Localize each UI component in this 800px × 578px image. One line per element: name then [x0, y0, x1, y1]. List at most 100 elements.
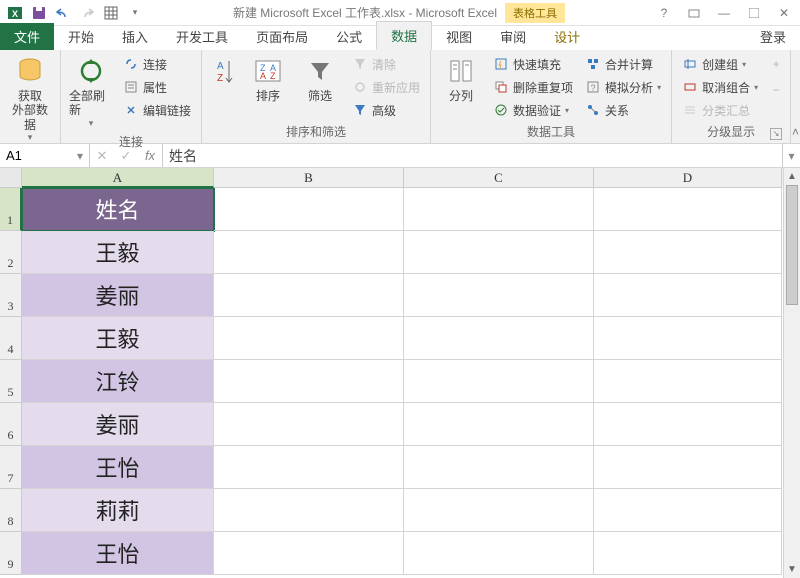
cell[interactable] — [594, 446, 782, 489]
remove-duplicates-button[interactable]: 删除重复项 — [489, 76, 577, 98]
cell[interactable] — [404, 274, 594, 317]
formula-input[interactable]: 姓名 — [163, 144, 782, 167]
tab-insert[interactable]: 插入 — [108, 23, 162, 50]
cell[interactable]: 姓名 — [22, 188, 214, 231]
cell[interactable] — [214, 403, 404, 446]
expand-formula-bar-icon[interactable]: ▾ — [782, 144, 800, 167]
cell[interactable]: 姜丽 — [22, 274, 214, 317]
help-icon[interactable]: ? — [652, 3, 676, 23]
minimize-icon[interactable]: — — [712, 3, 736, 23]
row-header[interactable]: 5 — [0, 360, 22, 403]
advanced-filter-button[interactable]: 高级 — [348, 99, 424, 121]
group-button[interactable]: 创建组 ▾ — [678, 53, 762, 75]
collapse-ribbon-icon[interactable]: ˄ — [791, 50, 800, 143]
cell[interactable] — [214, 317, 404, 360]
tab-developer[interactable]: 开发工具 — [162, 23, 242, 50]
cell[interactable] — [404, 231, 594, 274]
undo-icon[interactable] — [52, 2, 74, 24]
scroll-up-icon[interactable]: ▲ — [784, 168, 800, 185]
cell[interactable]: 王毅 — [22, 317, 214, 360]
show-detail-button[interactable]: + — [768, 53, 784, 75]
redo-icon[interactable] — [76, 2, 98, 24]
data-validation-button[interactable]: 数据验证 ▾ — [489, 99, 577, 121]
tab-view[interactable]: 视图 — [432, 23, 486, 50]
excel-icon[interactable]: X — [4, 2, 26, 24]
cell[interactable] — [214, 274, 404, 317]
reapply-button[interactable]: 重新应用 — [348, 76, 424, 98]
sort-button[interactable]: ZAAZ 排序 — [244, 53, 292, 105]
scroll-down-icon[interactable]: ▼ — [784, 561, 800, 578]
cell[interactable] — [594, 231, 782, 274]
scroll-thumb[interactable] — [786, 185, 798, 305]
cell[interactable] — [594, 360, 782, 403]
cell[interactable] — [214, 446, 404, 489]
qat-customize-icon[interactable]: ▾ — [124, 2, 146, 24]
cell[interactable]: 王毅 — [22, 231, 214, 274]
relationships-button[interactable]: 关系 — [581, 99, 665, 121]
row-header[interactable]: 4 — [0, 317, 22, 360]
cell[interactable] — [594, 489, 782, 532]
cell[interactable] — [594, 532, 782, 575]
cell[interactable]: 王怡 — [22, 446, 214, 489]
get-external-data-button[interactable]: 获取 外部数据▾ — [6, 53, 54, 145]
table-icon[interactable] — [100, 2, 122, 24]
row-header[interactable]: 9 — [0, 532, 22, 575]
cell[interactable] — [404, 403, 594, 446]
cell[interactable] — [214, 231, 404, 274]
refresh-all-button[interactable]: 全部刷新▾ — [67, 53, 115, 131]
edit-links-button[interactable]: 编辑链接 — [119, 99, 195, 121]
tab-data[interactable]: 数据 — [376, 21, 432, 50]
login-link[interactable]: 登录 — [746, 23, 800, 50]
tab-file[interactable]: 文件 — [0, 23, 54, 50]
cell[interactable] — [594, 188, 782, 231]
row-header[interactable]: 2 — [0, 231, 22, 274]
cell[interactable]: 莉莉 — [22, 489, 214, 532]
clear-filter-button[interactable]: 清除 — [348, 53, 424, 75]
flash-fill-button[interactable]: 快速填充 — [489, 53, 577, 75]
column-header-c[interactable]: C — [404, 168, 594, 188]
row-header[interactable]: 3 — [0, 274, 22, 317]
row-header[interactable]: 6 — [0, 403, 22, 446]
cell[interactable] — [214, 188, 404, 231]
tab-home[interactable]: 开始 — [54, 23, 108, 50]
row-header[interactable]: 8 — [0, 489, 22, 532]
cell[interactable] — [404, 532, 594, 575]
cell[interactable] — [214, 532, 404, 575]
vertical-scrollbar[interactable]: ▲ ▼ — [783, 168, 800, 578]
row-header[interactable]: 1 — [0, 188, 22, 231]
subtotal-button[interactable]: 分类汇总 — [678, 99, 762, 121]
cell[interactable] — [404, 446, 594, 489]
close-icon[interactable]: ✕ — [772, 3, 796, 23]
ungroup-button[interactable]: 取消组合 ▾ — [678, 76, 762, 98]
cell[interactable] — [594, 317, 782, 360]
cell[interactable]: 姜丽 — [22, 403, 214, 446]
text-to-columns-button[interactable]: 分列 — [437, 53, 485, 105]
row-header[interactable]: 7 — [0, 446, 22, 489]
sort-az-button[interactable]: AZ — [208, 53, 240, 91]
grid[interactable]: A B C D 1姓名2王毅3姜丽4王毅5江铃6姜丽7王怡8莉莉9王怡 — [0, 168, 783, 578]
connections-button[interactable]: 连接 — [119, 53, 195, 75]
cell[interactable]: 王怡 — [22, 532, 214, 575]
cell[interactable] — [404, 188, 594, 231]
column-header-d[interactable]: D — [594, 168, 782, 188]
cell[interactable]: 江铃 — [22, 360, 214, 403]
properties-button[interactable]: 属性 — [119, 76, 195, 98]
ribbon-display-icon[interactable] — [682, 3, 706, 23]
consolidate-button[interactable]: 合并计算 — [581, 53, 665, 75]
cell[interactable] — [214, 360, 404, 403]
column-header-b[interactable]: B — [214, 168, 404, 188]
cell[interactable] — [594, 403, 782, 446]
cell[interactable] — [404, 317, 594, 360]
column-header-a[interactable]: A — [22, 168, 214, 188]
what-if-button[interactable]: ?模拟分析 ▾ — [581, 76, 665, 98]
cell[interactable] — [594, 274, 782, 317]
tab-formulas[interactable]: 公式 — [322, 23, 376, 50]
cell[interactable] — [214, 489, 404, 532]
tab-pagelayout[interactable]: 页面布局 — [242, 23, 322, 50]
tab-review[interactable]: 审阅 — [486, 23, 540, 50]
cell[interactable] — [404, 360, 594, 403]
select-all-corner[interactable] — [0, 168, 22, 188]
outline-launcher-icon[interactable]: ↘ — [770, 128, 782, 140]
save-icon[interactable] — [28, 2, 50, 24]
filter-button[interactable]: 筛选 — [296, 53, 344, 105]
